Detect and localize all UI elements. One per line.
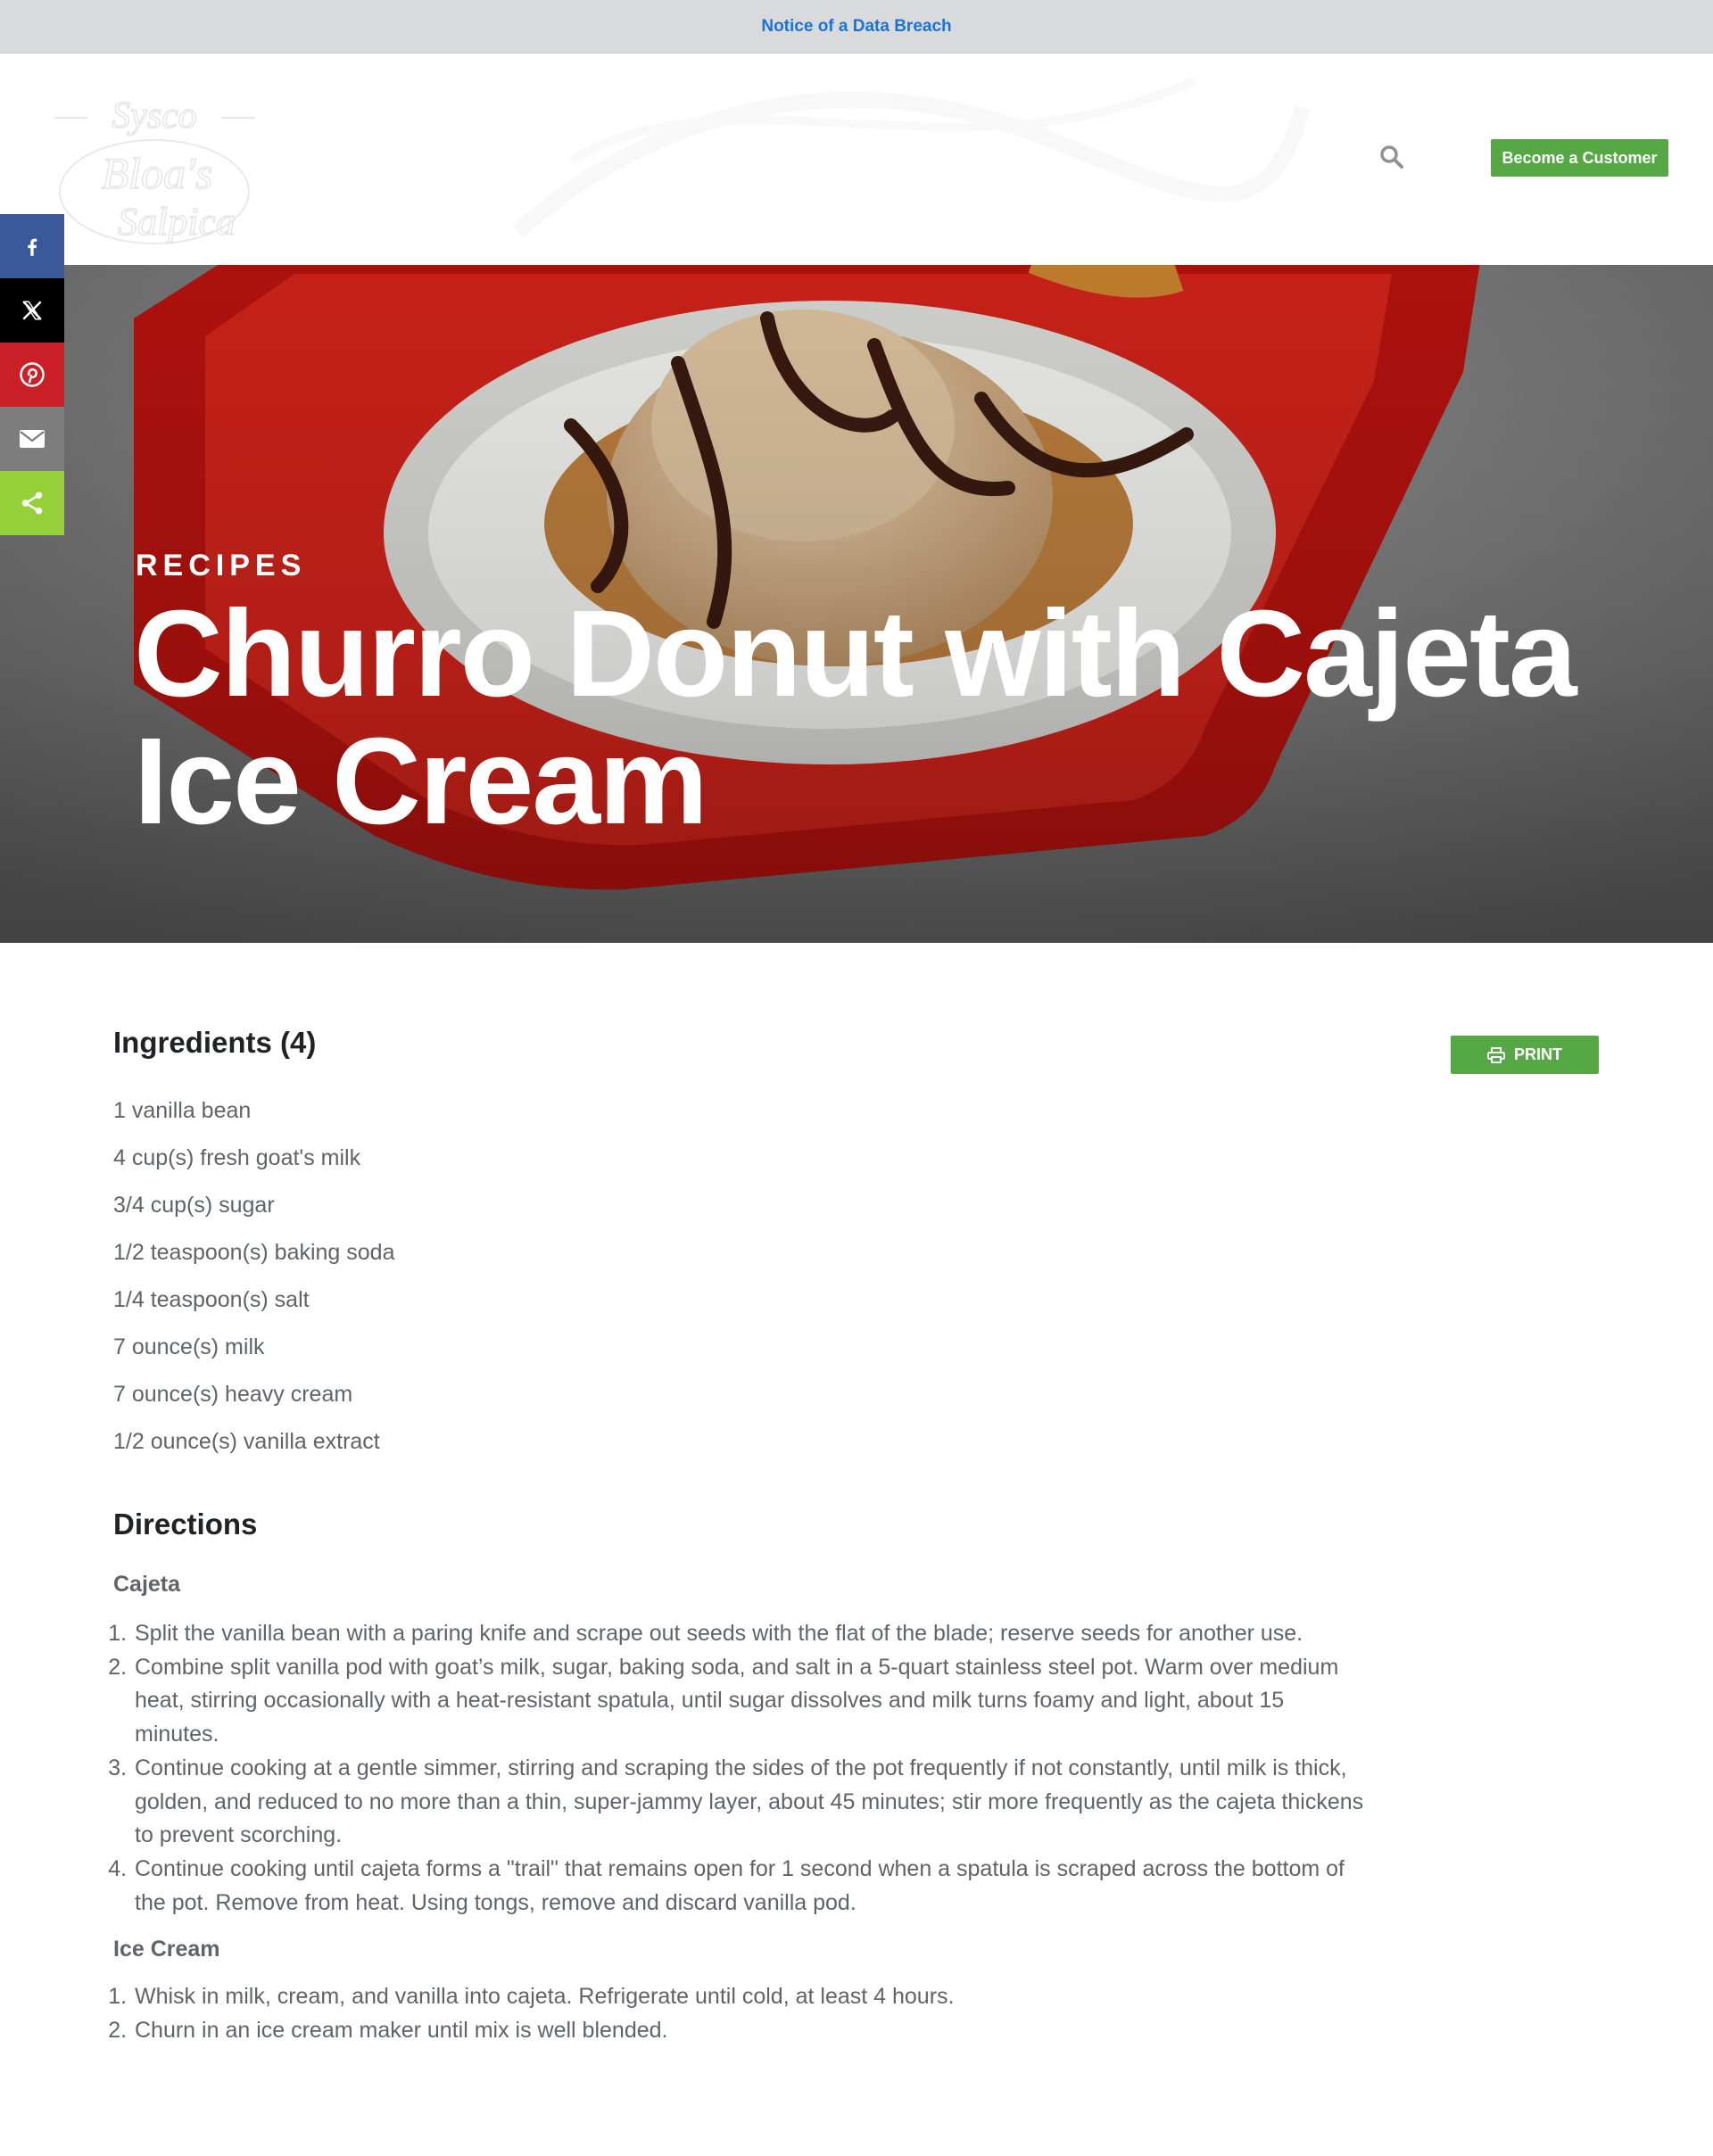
direction-step: Continue cooking until cajeta forms a "t… xyxy=(133,1853,1364,1920)
share-icon xyxy=(21,492,43,515)
ingredient-item: 1 vanilla bean xyxy=(113,1098,252,1123)
ingredients-heading: Ingredients (4) xyxy=(113,1026,317,1059)
ingredient-item: 1/2 teaspoon(s) baking soda xyxy=(113,1240,395,1265)
ingredient-item: 7 ounce(s) milk xyxy=(113,1334,265,1359)
become-customer-button[interactable]: Become a Customer xyxy=(1491,139,1668,177)
logo-line-2: Bloa's xyxy=(102,148,213,198)
directions-heading: Directions xyxy=(113,1508,258,1541)
ingredient-item: 1/4 teaspoon(s) salt xyxy=(113,1287,310,1312)
cajeta-steps: Split the vanilla bean with a paring kni… xyxy=(113,1617,1364,1920)
direction-step: Split the vanilla bean with a paring kni… xyxy=(133,1617,1364,1651)
direction-step: Churn in an ice cream maker until mix is… xyxy=(133,2014,1364,2048)
share-pinterest-button[interactable] xyxy=(0,343,64,407)
logo-line-3: Salpica xyxy=(118,200,236,244)
email-icon xyxy=(20,430,45,448)
cajeta-subheading: Cajeta xyxy=(113,1572,181,1597)
ingredient-item: 3/4 cup(s) sugar xyxy=(113,1193,275,1218)
direction-step: Continue cooking at a gentle simmer, sti… xyxy=(133,1752,1364,1853)
printer-icon xyxy=(1487,1046,1505,1063)
ingredient-item: 1/2 ounce(s) vanilla extract xyxy=(113,1429,380,1454)
search-button[interactable] xyxy=(1374,139,1410,175)
ingredients-list: 1 vanilla bean 4 cup(s) fresh goat's mil… xyxy=(113,1096,395,1475)
share-rail xyxy=(0,214,64,535)
share-email-button[interactable] xyxy=(0,407,64,471)
direction-step: Whisk in milk, cream, and vanilla into c… xyxy=(133,1980,1364,2014)
direction-step: Combine split vanilla pod with goat’s mi… xyxy=(133,1651,1364,1752)
hero-kicker: RECIPES xyxy=(136,549,307,582)
page-title: Churro Donut with Cajeta Ice Cream xyxy=(134,585,1577,850)
x-icon xyxy=(22,301,42,320)
header-watermark xyxy=(512,76,1311,238)
pinterest-icon xyxy=(20,362,45,387)
site-header: Sysco Bloa's Salpica Become a Customer xyxy=(0,54,1713,265)
print-button[interactable]: PRINT xyxy=(1451,1036,1599,1074)
print-button-label: PRINT xyxy=(1514,1045,1562,1063)
ice-cream-steps: Whisk in milk, cream, and vanilla into c… xyxy=(113,1980,1364,2047)
data-breach-notice-link[interactable]: Notice of a Data Breach xyxy=(761,17,951,37)
ingredient-item: 4 cup(s) fresh goat's milk xyxy=(113,1145,361,1170)
sysco-bloas-salpica-logo[interactable]: Sysco Bloa's Salpica xyxy=(52,94,259,281)
share-facebook-button[interactable] xyxy=(0,214,64,278)
notice-bar: Notice of a Data Breach xyxy=(0,0,1713,54)
ice-cream-subheading: Ice Cream xyxy=(113,1937,220,1962)
search-icon xyxy=(1380,145,1403,169)
ingredient-item: 7 ounce(s) heavy cream xyxy=(113,1382,353,1407)
share-more-button[interactable] xyxy=(0,471,64,535)
share-x-button[interactable] xyxy=(0,278,64,343)
logo-line-1: Sysco xyxy=(112,95,197,136)
facebook-icon xyxy=(28,238,37,256)
hero-banner: RECIPES Churro Donut with Cajeta Ice Cre… xyxy=(0,265,1713,943)
